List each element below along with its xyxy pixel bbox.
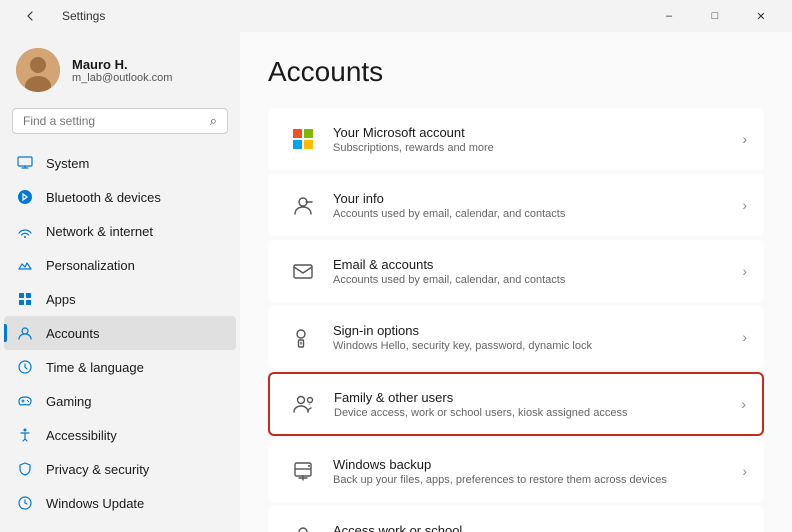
chevron-icon: › bbox=[742, 329, 747, 345]
settings-item-windows-backup-text: Windows backup Back up your files, apps,… bbox=[333, 457, 742, 486]
search-input[interactable] bbox=[23, 114, 202, 128]
settings-item-sign-in-options-text: Sign-in options Windows Hello, security … bbox=[333, 323, 742, 352]
settings-item-family-other-users-title: Family & other users bbox=[334, 390, 741, 405]
app-container: Mauro H. m_lab@outlook.com ⌕ System bbox=[0, 32, 792, 532]
accounts-icon bbox=[16, 324, 34, 342]
chevron-icon: › bbox=[742, 463, 747, 479]
settings-item-sign-in-options-title: Sign-in options bbox=[333, 323, 742, 338]
settings-item-your-info-desc: Accounts used by email, calendar, and co… bbox=[333, 208, 742, 220]
system-icon bbox=[16, 154, 34, 172]
chevron-icon: › bbox=[741, 396, 746, 412]
user-info: Mauro H. m_lab@outlook.com bbox=[72, 57, 172, 84]
your-info-icon bbox=[285, 187, 321, 223]
settings-item-email-accounts-title: Email & accounts bbox=[333, 257, 742, 272]
settings-item-access-work-school-title: Access work or school bbox=[333, 523, 742, 532]
settings-item-email-accounts-text: Email & accounts Accounts used by email,… bbox=[333, 257, 742, 286]
network-icon bbox=[16, 222, 34, 240]
sidebar-item-accessibility-label: Accessibility bbox=[46, 428, 117, 443]
settings-item-family-other-users-desc: Device access, work or school users, kio… bbox=[334, 407, 741, 419]
settings-item-microsoft-account[interactable]: Your Microsoft account Subscriptions, re… bbox=[268, 108, 764, 170]
sidebar-item-system[interactable]: System bbox=[0, 146, 240, 180]
sidebar-item-bluetooth[interactable]: Bluetooth & devices bbox=[0, 180, 240, 214]
user-profile[interactable]: Mauro H. m_lab@outlook.com bbox=[0, 36, 240, 108]
settings-list: Your Microsoft account Subscriptions, re… bbox=[268, 108, 764, 532]
sidebar-item-apps-label: Apps bbox=[46, 292, 76, 307]
apps-icon bbox=[16, 290, 34, 308]
settings-item-windows-backup-title: Windows backup bbox=[333, 457, 742, 472]
accessibility-icon bbox=[16, 426, 34, 444]
titlebar-title: Settings bbox=[62, 9, 105, 23]
settings-item-access-work-school[interactable]: Access work or school Organization resou… bbox=[268, 506, 764, 532]
minimize-button[interactable]: – bbox=[646, 0, 692, 32]
privacy-icon bbox=[16, 460, 34, 478]
sign-in-options-icon bbox=[285, 319, 321, 355]
content-area: Accounts Your Microsoft account Subscrip… bbox=[240, 32, 792, 532]
microsoft-account-icon bbox=[285, 121, 321, 157]
settings-item-your-info[interactable]: Your info Accounts used by email, calend… bbox=[268, 174, 764, 236]
sidebar-item-personalization-label: Personalization bbox=[46, 258, 135, 273]
window-controls: – □ ✕ bbox=[646, 0, 784, 32]
sidebar-item-gaming[interactable]: Gaming bbox=[0, 384, 240, 418]
sidebar-item-bluetooth-label: Bluetooth & devices bbox=[46, 190, 161, 205]
access-work-school-icon bbox=[285, 519, 321, 532]
sidebar-item-system-label: System bbox=[46, 156, 89, 171]
sidebar-item-privacy[interactable]: Privacy & security bbox=[0, 452, 240, 486]
settings-item-windows-backup[interactable]: Windows backup Back up your files, apps,… bbox=[268, 440, 764, 502]
gaming-icon bbox=[16, 392, 34, 410]
sidebar-item-personalization[interactable]: Personalization bbox=[0, 248, 240, 282]
avatar bbox=[16, 48, 60, 92]
sidebar-item-gaming-label: Gaming bbox=[46, 394, 92, 409]
sidebar-item-network-label: Network & internet bbox=[46, 224, 153, 239]
settings-item-sign-in-options[interactable]: Sign-in options Windows Hello, security … bbox=[268, 306, 764, 368]
close-button[interactable]: ✕ bbox=[738, 0, 784, 32]
settings-item-family-other-users[interactable]: Family & other users Device access, work… bbox=[268, 372, 764, 436]
sidebar-item-privacy-label: Privacy & security bbox=[46, 462, 149, 477]
sidebar-item-accessibility[interactable]: Accessibility bbox=[0, 418, 240, 452]
user-email: m_lab@outlook.com bbox=[72, 72, 172, 84]
back-icon bbox=[25, 10, 37, 22]
titlebar-left: Settings bbox=[8, 0, 105, 32]
settings-item-email-accounts-desc: Accounts used by email, calendar, and co… bbox=[333, 274, 742, 286]
page-title: Accounts bbox=[268, 56, 764, 88]
search-icon: ⌕ bbox=[210, 113, 217, 129]
sidebar-item-update-label: Windows Update bbox=[46, 496, 144, 511]
email-accounts-icon bbox=[285, 253, 321, 289]
sidebar: Mauro H. m_lab@outlook.com ⌕ System bbox=[0, 32, 240, 532]
personalization-icon bbox=[16, 256, 34, 274]
avatar-image bbox=[16, 48, 60, 92]
sidebar-item-network[interactable]: Network & internet bbox=[0, 214, 240, 248]
family-other-users-icon bbox=[286, 386, 322, 422]
maximize-button[interactable]: □ bbox=[692, 0, 738, 32]
settings-item-family-other-users-text: Family & other users Device access, work… bbox=[334, 390, 741, 419]
sidebar-item-accounts[interactable]: Accounts bbox=[4, 316, 236, 350]
settings-item-microsoft-account-desc: Subscriptions, rewards and more bbox=[333, 142, 742, 154]
chevron-icon: › bbox=[742, 197, 747, 213]
settings-item-your-info-title: Your info bbox=[333, 191, 742, 206]
sidebar-item-time[interactable]: Time & language bbox=[0, 350, 240, 384]
settings-item-access-work-school-text: Access work or school Organization resou… bbox=[333, 523, 742, 532]
back-button[interactable] bbox=[8, 0, 54, 32]
settings-item-email-accounts[interactable]: Email & accounts Accounts used by email,… bbox=[268, 240, 764, 302]
settings-item-sign-in-options-desc: Windows Hello, security key, password, d… bbox=[333, 340, 742, 352]
bluetooth-icon bbox=[16, 188, 34, 206]
sidebar-item-time-label: Time & language bbox=[46, 360, 144, 375]
sidebar-item-accounts-label: Accounts bbox=[46, 326, 99, 341]
chevron-icon: › bbox=[742, 263, 747, 279]
sidebar-item-update[interactable]: Windows Update bbox=[0, 486, 240, 520]
settings-item-your-info-text: Your info Accounts used by email, calend… bbox=[333, 191, 742, 220]
search-box[interactable]: ⌕ bbox=[12, 108, 228, 134]
sidebar-item-apps[interactable]: Apps bbox=[0, 282, 240, 316]
nav-list: System Bluetooth & devices bbox=[0, 142, 240, 524]
settings-item-microsoft-account-title: Your Microsoft account bbox=[333, 125, 742, 140]
update-icon bbox=[16, 494, 34, 512]
settings-item-microsoft-account-text: Your Microsoft account Subscriptions, re… bbox=[333, 125, 742, 154]
windows-backup-icon bbox=[285, 453, 321, 489]
chevron-icon: › bbox=[742, 131, 747, 147]
time-icon bbox=[16, 358, 34, 376]
settings-item-windows-backup-desc: Back up your files, apps, preferences to… bbox=[333, 474, 742, 486]
titlebar: Settings – □ ✕ bbox=[0, 0, 792, 32]
user-name: Mauro H. bbox=[72, 57, 172, 72]
